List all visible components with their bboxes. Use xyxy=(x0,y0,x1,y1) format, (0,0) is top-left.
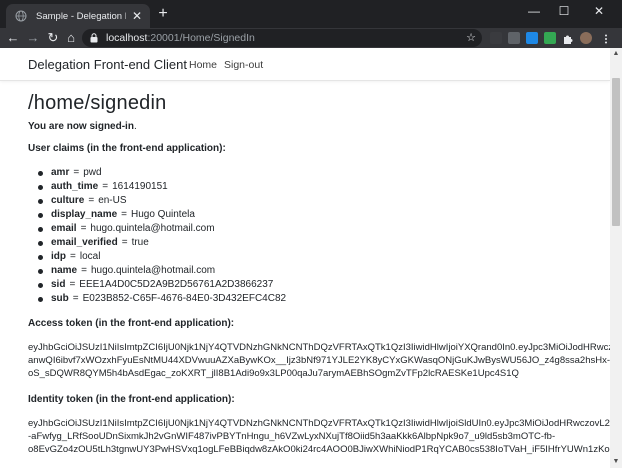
url-host: localhost xyxy=(106,32,148,44)
claim-value: local xyxy=(79,251,101,262)
bookmark-star-icon[interactable]: ☆ xyxy=(466,31,476,44)
nav-link-sign-out[interactable]: Sign-out xyxy=(224,59,263,71)
claim-value: hugo.quintela@hotmail.com xyxy=(90,265,216,276)
identity-token-heading: Identity token (in the front-end applica… xyxy=(28,394,235,405)
bullet-icon xyxy=(38,170,43,176)
reload-button[interactable]: ↻ xyxy=(44,28,62,48)
puzzle-icon[interactable] xyxy=(562,32,574,44)
scroll-up-arrow-icon[interactable]: ▲ xyxy=(610,48,622,60)
claim-item: name = hugo.quintela@hotmail.com xyxy=(38,264,610,278)
claim-item: sid = EEE1A4D0C5D2A9B2D56761A2D3866237 xyxy=(38,278,610,292)
claim-key: auth_time xyxy=(51,181,99,192)
claim-item: email_verified = true xyxy=(38,236,610,250)
bullet-icon xyxy=(38,296,43,302)
identity-token-line: eyJhbGciOiJSUzI1NiIsImtpZCI6IjU0Njk1NjY4… xyxy=(28,418,610,429)
claim-item: display_name = Hugo Quintela xyxy=(38,208,610,222)
tab-close-icon[interactable]: ✕ xyxy=(130,9,144,23)
claim-value: pwd xyxy=(83,167,102,178)
identity-token-value: eyJhbGciOiJSUzI1NiIsImtpZCI6IjU0Njk1NjY4… xyxy=(28,417,610,456)
home-button[interactable]: ⌂ xyxy=(62,28,80,48)
claim-item: culture = en-US xyxy=(38,194,610,208)
address-bar[interactable]: localhost:20001/Home/SignedIn ☆ xyxy=(82,29,482,47)
claim-item: sub = E023B852-C65F-4676-84E0-3D432EFC4C82 xyxy=(38,292,610,306)
avatar[interactable] xyxy=(580,32,592,44)
claim-item: email = hugo.quintela@hotmail.com xyxy=(38,222,610,236)
bullet-icon xyxy=(38,254,43,260)
forward-button[interactable]: → xyxy=(24,28,42,48)
maximize-button[interactable]: ☐ xyxy=(550,2,578,20)
claim-value: hugo.quintela@hotmail.com xyxy=(90,223,215,234)
access-token-value: eyJhbGciOiJSUzI1NiIsImtpZCI6IjU0Njk1NjY4… xyxy=(28,341,610,380)
tab-strip: Sample - Delegation Front-end C ✕ + — ☐ … xyxy=(0,0,622,28)
main-content: /home/signedin You are now signed-in. Us… xyxy=(28,92,610,468)
claim-key: idp xyxy=(51,251,66,262)
claim-value: EEE1A4D0C5D2A9B2D56761A2D3866237 xyxy=(79,279,274,290)
url-path: :20001/Home/SignedIn xyxy=(147,32,255,44)
claim-item: idp = local xyxy=(38,250,610,264)
bullet-icon xyxy=(38,282,43,288)
bullet-icon xyxy=(38,198,43,204)
signed-in-dot: . xyxy=(133,121,137,132)
claims-list: amr = pwd auth_time = 1614190151 culture = en-… xyxy=(38,166,610,306)
claim-item: auth_time = 1614190151 xyxy=(38,180,610,194)
access-token-heading: Access token (in the front-end applicati… xyxy=(28,318,235,329)
extension-green-icon[interactable] xyxy=(544,32,556,44)
claim-key: sid xyxy=(51,279,66,290)
minimize-button[interactable]: — xyxy=(520,2,548,20)
window-close-button[interactable]: ✕ xyxy=(585,2,613,20)
site-navbar: Delegation Front-end Client Home Sign-ou… xyxy=(0,48,610,81)
tab-title: Sample - Delegation Front-end C xyxy=(36,10,126,22)
claim-item: amr = pwd xyxy=(38,166,610,180)
identity-token-line: -aFwfyg_LRfSooUDnSixmkJh2vGnWIF487ivPBYT… xyxy=(28,431,556,442)
access-token-line: anwQI6ibvf7xWOzxhFyuEsNtMU44XDVwuuAZXaBy… xyxy=(28,355,610,366)
claim-value: en-US xyxy=(98,195,127,206)
vertical-scrollbar[interactable]: ▲ ▼ xyxy=(610,48,622,468)
bullet-icon xyxy=(38,184,43,190)
globe-icon xyxy=(14,9,28,23)
claim-value: true xyxy=(131,237,149,248)
claim-key: sub xyxy=(51,293,69,304)
bullet-icon xyxy=(38,226,43,232)
back-button[interactable]: ← xyxy=(4,28,22,48)
browser-tab[interactable]: Sample - Delegation Front-end C ✕ xyxy=(6,4,150,28)
identity-token-line: o8EvGZo4zOU5tLh3tgnwUY3PwHSVxq1ogLFeBBiq… xyxy=(28,444,610,455)
extension-icon[interactable] xyxy=(490,32,502,44)
page-title: /home/signedin xyxy=(28,92,167,114)
signed-in-text: You are now signed-in xyxy=(28,121,134,132)
bullet-icon xyxy=(38,212,43,218)
access-token-line: oS_sDQWR8QYM5h4bAsdEgac_zoKXRT_jlI8B1Adi… xyxy=(28,368,519,379)
page-viewport: Delegation Front-end Client Home Sign-ou… xyxy=(0,48,622,468)
claim-value: E023B852-C65F-4676-84E0-3D432EFC4C82 xyxy=(82,293,287,304)
claim-key: display_name xyxy=(51,209,118,220)
nav-link-home[interactable]: Home xyxy=(189,59,217,71)
browser-toolbar: ← → ↻ ⌂ localhost:20001/Home/SignedIn ☆ xyxy=(0,28,622,48)
brand-link[interactable]: Delegation Front-end Client xyxy=(28,57,187,72)
lock-icon xyxy=(90,33,100,43)
access-token-line: eyJhbGciOiJSUzI1NiIsImtpZCI6IjU0Njk1NjY4… xyxy=(28,342,610,353)
claims-heading: User claims (in the front-end applicatio… xyxy=(28,143,226,154)
extension-blue-icon[interactable] xyxy=(526,32,538,44)
reading-list-icon[interactable] xyxy=(508,32,520,44)
claim-key: culture xyxy=(51,195,85,206)
claim-value: Hugo Quintela xyxy=(131,209,195,220)
claim-key: amr xyxy=(51,167,70,178)
kebab-menu-icon[interactable] xyxy=(600,32,612,44)
bullet-icon xyxy=(38,240,43,246)
scrollbar-thumb[interactable] xyxy=(612,78,620,226)
signed-in-message: You are now signed-in. xyxy=(28,121,610,132)
scroll-down-arrow-icon[interactable]: ▼ xyxy=(610,456,622,468)
claim-key: email xyxy=(51,223,77,234)
claim-value: 1614190151 xyxy=(112,181,168,192)
new-tab-button[interactable]: + xyxy=(155,6,171,22)
claim-key: name xyxy=(51,265,78,276)
bullet-icon xyxy=(38,268,43,274)
claim-key: email_verified xyxy=(51,237,118,248)
